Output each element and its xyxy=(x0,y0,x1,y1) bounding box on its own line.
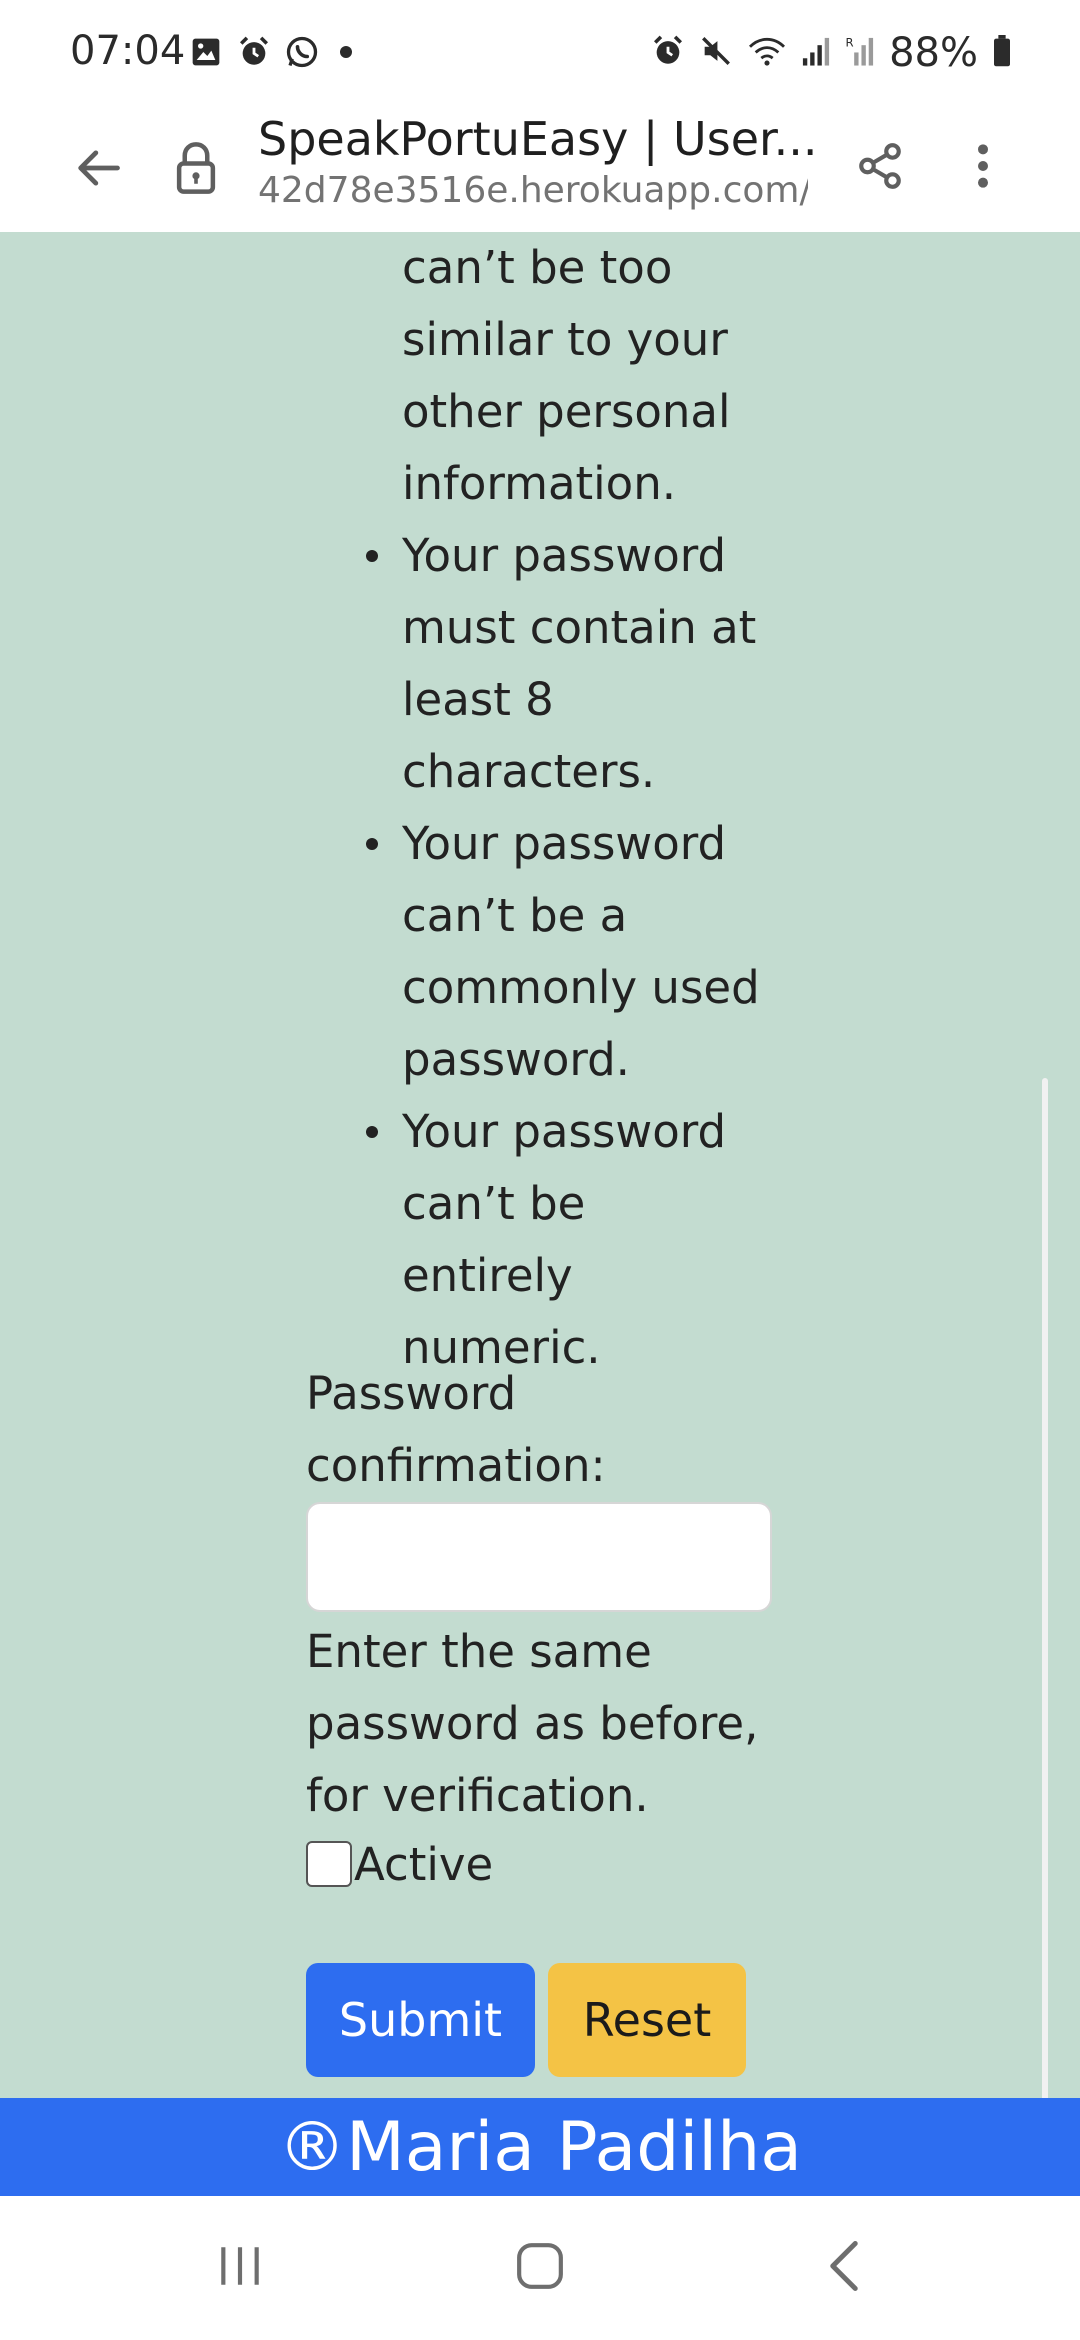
scrollbar[interactable] xyxy=(1042,1078,1048,2098)
svg-text:R: R xyxy=(846,36,854,50)
home-icon xyxy=(517,2243,563,2289)
browser-toolbar: SpeakPortuEasy | User... 42d78e3516e.her… xyxy=(0,112,1080,233)
wifi-icon xyxy=(747,34,787,72)
page-content: can’t be too similar to your other perso… xyxy=(0,232,1080,2098)
active-checkbox[interactable] xyxy=(306,1841,352,1887)
password-confirmation-input[interactable] xyxy=(306,1502,772,1612)
system-back-button[interactable] xyxy=(814,2236,874,2296)
more-vert-icon xyxy=(978,144,988,188)
footer: ®Maria Padilha xyxy=(0,2098,1080,2196)
alarm-icon xyxy=(236,34,272,70)
password-rule: can’t be too similar to your other perso… xyxy=(402,241,731,510)
password-confirmation-label: Password confirmation: xyxy=(306,1367,606,1492)
submit-button[interactable]: Submit xyxy=(306,1963,535,2077)
battery-percent: 88% xyxy=(889,30,978,76)
password-rule: Your password must contain at least 8 ch… xyxy=(366,520,762,808)
battery-icon xyxy=(992,35,1012,71)
chevron-left-icon xyxy=(830,2241,858,2291)
signal-icon xyxy=(801,35,831,71)
image-icon xyxy=(188,34,224,70)
password-rule: Your password can’t be a commonly used p… xyxy=(366,808,762,1096)
lock-icon[interactable] xyxy=(168,134,224,202)
status-left-icons xyxy=(188,34,352,70)
status-right-icons: R 88% xyxy=(651,30,1012,76)
recent-apps-icon xyxy=(221,2247,259,2285)
status-bar: 07:04 R 88% xyxy=(0,0,1080,112)
page-url[interactable]: 42d78e3516e.herokuapp.com/r xyxy=(258,170,808,211)
reset-button[interactable]: Reset xyxy=(548,1963,746,2077)
arrow-left-icon xyxy=(78,150,120,186)
page-title[interactable]: SpeakPortuEasy | User... xyxy=(258,112,818,166)
share-button[interactable] xyxy=(848,132,912,200)
home-button[interactable] xyxy=(510,2236,570,2296)
whatsapp-icon xyxy=(284,34,320,70)
alarm-icon xyxy=(651,34,685,72)
back-button[interactable] xyxy=(64,134,132,202)
footer-text: ®Maria Padilha xyxy=(278,2107,802,2187)
notification-dot xyxy=(340,46,352,58)
active-label[interactable]: Active xyxy=(354,1838,493,1891)
mute-icon xyxy=(699,34,733,72)
password-rules-list: can’t be too similar to your other perso… xyxy=(366,232,762,1384)
share-icon xyxy=(859,143,901,189)
status-time: 07:04 xyxy=(70,28,186,74)
more-options-button[interactable] xyxy=(958,132,1008,200)
password-rule: Your password can’t be entirely numeric. xyxy=(366,1096,762,1384)
active-checkbox-row: Active xyxy=(306,1836,493,1892)
password-confirmation-help: Enter the same password as before, for v… xyxy=(306,1625,759,1822)
recent-apps-button[interactable] xyxy=(210,2236,270,2296)
system-navigation-bar xyxy=(0,2196,1080,2340)
roaming-signal-icon: R xyxy=(845,35,875,71)
